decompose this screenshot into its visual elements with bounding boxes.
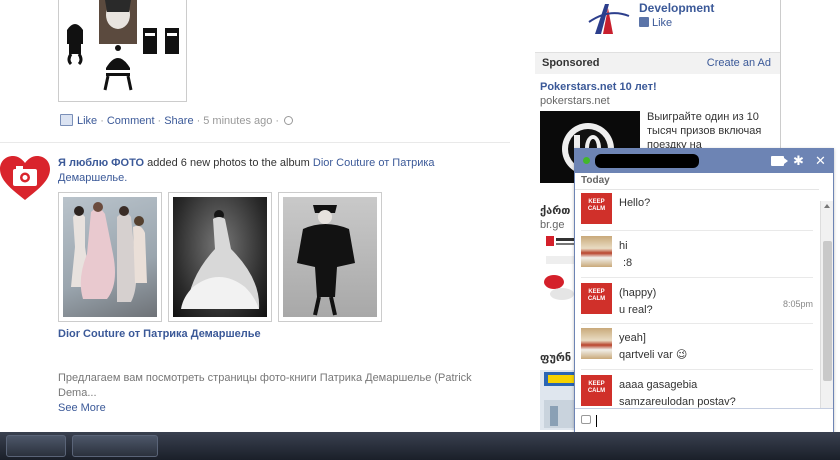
message-text: hi [619,240,628,252]
avatar[interactable] [581,236,612,267]
ad-domain: pokerstars.net [540,95,610,107]
sponsored-header: Sponsored Create an Ad [535,52,780,74]
globe-icon [284,116,294,125]
chat-window[interactable]: ✱ ✕ Today KEEP CALM Hello? hi :8 8:05pm K… [574,148,834,434]
ad-text: Выиграйте один из 10 тысяч призов включа… [647,111,762,151]
page-title-link[interactable]: Development [639,1,714,15]
chat-conversation[interactable]: Today KEEP CALM Hello? hi :8 8:05pm KEEP … [575,173,833,408]
close-icon[interactable]: ✕ [815,154,826,168]
album-photo-1[interactable] [58,192,162,322]
thumbs-up-icon [639,17,649,27]
page-logo[interactable] [583,0,633,34]
message-text: aaaa gasagebia [619,379,698,391]
album-description: Предлагаем вам посмотреть страницы фото-… [58,372,472,399]
day-divider [575,189,819,190]
album-photo-3[interactable] [278,192,382,322]
like-label: Like [652,17,673,29]
chat-scrollbar[interactable] [820,201,833,408]
avatar[interactable]: KEEP CALM [581,375,612,406]
feed-divider [0,142,510,143]
news-feed: Like · Comment · Share · 5 minutes ago · Я любл… [0,0,520,432]
comment-link[interactable]: Comment [107,115,155,127]
like-icon [60,114,73,126]
story-header: Я люблю ФОТО added 6 new photos to the a… [58,156,478,186]
message-divider [581,277,813,278]
ad-title[interactable]: ქართ [540,204,570,217]
photo-image [63,197,157,317]
message-divider [581,323,813,324]
avatar[interactable]: KEEP CALM [581,283,612,314]
message-text: (happy) [619,287,657,299]
chat-message-input[interactable] [599,412,824,431]
avatar[interactable] [581,328,612,359]
story-actions: Like · Comment · Share · 5 minutes ago · [60,114,294,127]
day-label: Today [581,175,610,186]
message-text: :8 [623,257,633,269]
page-name-link[interactable]: Я люблю ФОТО [58,157,144,169]
message-text: Hello? [619,197,651,209]
see-more-link[interactable]: See More [58,402,106,414]
chat-header[interactable]: ✱ ✕ [575,149,833,173]
photo-image [283,197,377,317]
create-ad-link[interactable]: Create an Ad [707,57,771,69]
message-time: 8:05pm [782,299,813,309]
taskbar [0,432,840,460]
video-call-icon[interactable] [771,156,788,166]
message-divider [581,230,813,231]
avatar-text: KEEP CALM [587,381,606,394]
message-text: u real? [619,304,653,316]
avatar-text: KEEP CALM [587,199,606,212]
taskbar-button[interactable] [6,435,66,457]
emoticon-icon[interactable] [581,415,591,424]
online-status-icon [583,157,590,164]
story-photo[interactable] [58,0,187,102]
ad-title[interactable]: Pokerstars.net 10 лет! [540,81,657,93]
message-text: samzareulodan postav? [619,396,736,408]
album-photo-2[interactable] [168,192,272,322]
contact-name-redacted[interactable] [595,154,699,168]
photo-image [173,197,267,317]
story-timestamp[interactable]: 5 minutes ago [203,115,272,127]
message-divider [581,369,813,370]
taskbar-button[interactable] [72,435,158,457]
page-avatar[interactable] [0,156,50,202]
chat-input-area[interactable] [575,408,833,433]
sponsored-label: Sponsored [542,57,600,69]
scroll-up-icon[interactable] [824,204,830,208]
scroll-thumb[interactable] [823,241,832,381]
heart-camera-icon [0,156,50,200]
like-link[interactable]: Like [77,115,97,127]
gear-icon[interactable]: ✱ [793,154,804,168]
page-like-link[interactable]: Like [639,17,672,29]
message-text: qartveli var 😉 [619,349,688,361]
text-caret [596,415,597,427]
share-link[interactable]: Share [164,115,193,127]
ad-title[interactable]: ფურნ [540,351,571,364]
story-action-text: added 6 new photos to the album [144,157,313,169]
ad-domain: br.ge [540,219,565,231]
hat-collage-image [67,0,179,91]
message-text: yeah] [619,332,646,344]
avatar[interactable]: KEEP CALM [581,193,612,224]
avatar-text: KEEP CALM [587,289,606,302]
album-title[interactable]: Dior Couture от Патрика Демаршелье [58,328,261,340]
